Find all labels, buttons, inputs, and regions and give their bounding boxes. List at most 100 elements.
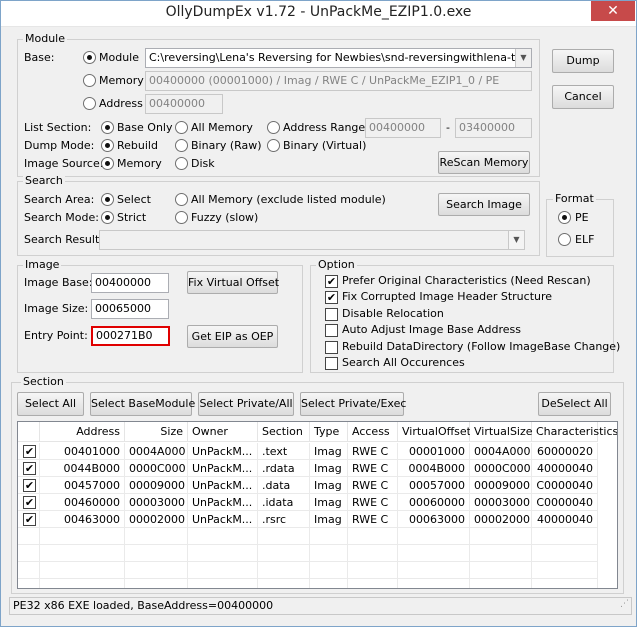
- ls-all-memory-radio[interactable]: [175, 121, 188, 134]
- select-all-button[interactable]: Select All: [17, 392, 84, 416]
- dm-binary-virtual-radio[interactable]: [267, 139, 280, 152]
- dump-button[interactable]: Dump: [552, 49, 614, 73]
- table-cell-access[interactable]: RWE C: [348, 443, 398, 460]
- format-elf-radio[interactable]: [558, 233, 571, 246]
- column-header-check[interactable]: [18, 422, 40, 442]
- is-disk-radio[interactable]: [175, 157, 188, 170]
- module-path-dropdown[interactable]: C:\reversing\Lena's Reversing for Newbie…: [145, 48, 532, 68]
- table-cell-vsize[interactable]: 0004A000: [470, 443, 532, 460]
- table-row-check-cell[interactable]: ✔: [18, 477, 40, 494]
- table-cell-access[interactable]: RWE C: [348, 460, 398, 477]
- close-button[interactable]: ✕: [591, 1, 635, 21]
- table-cell-section[interactable]: .rdata: [258, 460, 310, 477]
- column-header-address[interactable]: Address: [40, 422, 125, 442]
- table-cell-type[interactable]: Imag: [310, 443, 348, 460]
- table-cell-address[interactable]: 00457000: [40, 477, 125, 494]
- option-checkbox-2[interactable]: [325, 307, 338, 321]
- resize-grip-icon[interactable]: ⋰: [620, 596, 629, 612]
- search-area-select-radio[interactable]: [101, 193, 114, 206]
- table-cell-chars[interactable]: 40000040: [532, 460, 598, 477]
- table-cell-vsize[interactable]: 00002000: [470, 511, 532, 528]
- option-checkbox-3[interactable]: [325, 324, 338, 338]
- table-row-check-cell[interactable]: [18, 562, 40, 579]
- table-cell-size[interactable]: 00009000: [125, 477, 188, 494]
- dm-binary-raw-radio[interactable]: [175, 139, 188, 152]
- column-header-access[interactable]: Access: [348, 422, 398, 442]
- table-cell-size[interactable]: 00002000: [125, 511, 188, 528]
- is-memory-radio[interactable]: [101, 157, 114, 170]
- table-cell-owner[interactable]: UnPackM...: [188, 494, 258, 511]
- column-header-type[interactable]: Type: [310, 422, 348, 442]
- table-cell-vsize[interactable]: 00003000: [470, 494, 532, 511]
- section-table[interactable]: Address Size Owner Section Type Access Virtual…: [17, 421, 618, 589]
- table-cell-chars[interactable]: C0000040: [532, 494, 598, 511]
- table-cell-type[interactable]: Imag: [310, 494, 348, 511]
- table-cell-voffset[interactable]: 0004B000: [398, 460, 470, 477]
- table-cell-owner[interactable]: UnPackM...: [188, 443, 258, 460]
- search-mode-fuzzy-radio[interactable]: [175, 211, 188, 224]
- row-checkbox[interactable]: ✔: [23, 445, 36, 458]
- table-cell-address[interactable]: 00460000: [40, 494, 125, 511]
- table-cell-voffset[interactable]: 00001000: [398, 443, 470, 460]
- table-cell-vsize[interactable]: 00009000: [470, 477, 532, 494]
- ls-base-only-radio[interactable]: [101, 121, 114, 134]
- table-cell-access[interactable]: RWE C: [348, 477, 398, 494]
- table-cell-size[interactable]: 0004A000: [125, 443, 188, 460]
- table-cell-address[interactable]: 00401000: [40, 443, 125, 460]
- table-cell-owner[interactable]: UnPackM...: [188, 511, 258, 528]
- column-header-size[interactable]: Size: [125, 422, 188, 442]
- column-header-vsize[interactable]: VirtualSize: [470, 422, 533, 442]
- fix-virtual-offset-button[interactable]: Fix Virtual Offset: [187, 271, 279, 294]
- dm-rebuild-radio[interactable]: [101, 139, 114, 152]
- table-cell-chars[interactable]: C0000040: [532, 477, 598, 494]
- column-header-voffset[interactable]: VirtualOffset: [398, 422, 471, 442]
- column-header-owner[interactable]: Owner: [188, 422, 258, 442]
- option-checkbox-5[interactable]: [325, 357, 338, 370]
- image-base-field[interactable]: 00400000: [91, 273, 169, 293]
- table-cell-voffset[interactable]: 00060000: [398, 494, 470, 511]
- table-cell-size[interactable]: 00003000: [125, 494, 188, 511]
- table-cell-section[interactable]: .data: [258, 477, 310, 494]
- table-cell-owner[interactable]: UnPackM...: [188, 460, 258, 477]
- select-basemodule-button[interactable]: Select BaseModule: [90, 392, 195, 416]
- base-address-radio[interactable]: [83, 97, 96, 110]
- chevron-down-icon[interactable]: ▼: [515, 49, 531, 67]
- search-result-dropdown[interactable]: ▼: [99, 230, 525, 250]
- column-header-section[interactable]: Section: [258, 422, 310, 442]
- memory-dropdown[interactable]: 00400000 (00001000) / Imag / RWE C / UnP…: [145, 71, 532, 91]
- row-checkbox[interactable]: ✔: [23, 462, 36, 475]
- table-row-check-cell[interactable]: ✔: [18, 460, 40, 477]
- range-to-field[interactable]: 03400000: [455, 118, 532, 138]
- rescan-memory-button[interactable]: ReScan Memory: [438, 151, 530, 174]
- table-cell-owner[interactable]: UnPackM...: [188, 477, 258, 494]
- table-cell-chars[interactable]: 40000040: [532, 511, 598, 528]
- title-bar[interactable]: OllyDumpEx v1.72 - UnPackMe_EZIP1.0.exe …: [1, 1, 636, 27]
- deselect-all-button[interactable]: DeSelect All: [538, 392, 611, 416]
- table-cell-section[interactable]: .text: [258, 443, 310, 460]
- row-checkbox[interactable]: ✔: [23, 513, 36, 526]
- table-cell-type[interactable]: Imag: [310, 460, 348, 477]
- format-pe-radio[interactable]: [558, 211, 571, 224]
- option-checkbox-4[interactable]: [325, 340, 338, 354]
- table-row-check-cell[interactable]: [18, 579, 40, 588]
- table-row-check-cell[interactable]: ✔: [18, 494, 40, 511]
- table-cell-vsize[interactable]: 0000C000: [470, 460, 532, 477]
- table-row-check-cell[interactable]: [18, 528, 40, 545]
- search-image-button[interactable]: Search Image: [438, 193, 530, 216]
- chevron-down-icon[interactable]: ▼: [508, 231, 524, 249]
- base-memory-radio[interactable]: [83, 74, 96, 87]
- table-cell-type[interactable]: Imag: [310, 477, 348, 494]
- option-checkbox-1[interactable]: ✔: [325, 291, 338, 305]
- get-eip-as-oep-button[interactable]: Get EIP as OEP: [187, 325, 278, 348]
- table-cell-address[interactable]: 00463000: [40, 511, 125, 528]
- table-row-check-cell[interactable]: ✔: [18, 443, 40, 460]
- column-header-chars[interactable]: Characteristics: [532, 422, 617, 442]
- base-module-radio[interactable]: [83, 51, 96, 64]
- table-cell-section[interactable]: .rsrc: [258, 511, 310, 528]
- search-area-all-radio[interactable]: [175, 193, 188, 206]
- table-cell-chars[interactable]: 60000020: [532, 443, 598, 460]
- table-row-check-cell[interactable]: [18, 545, 40, 562]
- table-cell-section[interactable]: .idata: [258, 494, 310, 511]
- row-checkbox[interactable]: ✔: [23, 496, 36, 509]
- table-cell-voffset[interactable]: 00063000: [398, 511, 470, 528]
